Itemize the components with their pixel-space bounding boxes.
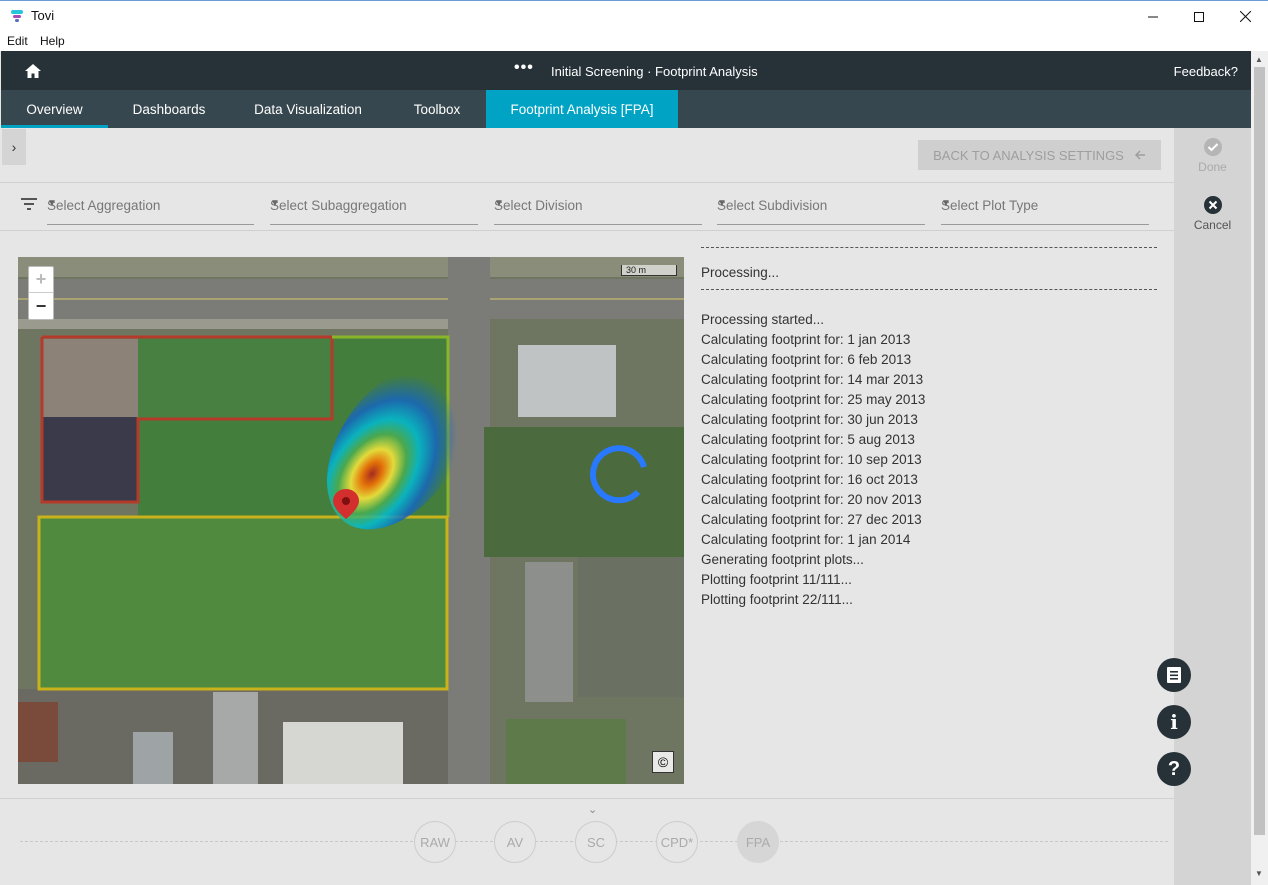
log-lines: Processing started... Calculating footpri… [701, 310, 1157, 610]
log-line: Calculating footprint for: 5 aug 2013 [701, 432, 915, 447]
home-icon[interactable] [23, 61, 43, 81]
back-to-analysis-settings-button[interactable]: BACK TO ANALYSIS SETTINGS [918, 140, 1161, 170]
main-tabs: Overview Dashboards Data Visualization T… [1, 90, 1251, 128]
info-button[interactable]: i [1157, 705, 1191, 739]
breadcrumb: Initial Screening · Footprint Analysis [551, 64, 758, 79]
scrollbar-thumb[interactable] [1254, 67, 1265, 835]
processing-status: Processing... [701, 265, 780, 280]
zoom-in-button[interactable]: + [29, 267, 53, 293]
more-options-button[interactable]: ••• [514, 59, 534, 77]
filter-row: Select Aggregation ▼ Select Subaggregati… [0, 182, 1174, 231]
back-button-label: BACK TO ANALYSIS SETTINGS [933, 147, 1124, 163]
subaggregation-select[interactable]: Select Subaggregation ▼ [270, 195, 478, 225]
done-button[interactable]: Done [1174, 137, 1251, 174]
chevron-down-icon[interactable]: ⌄ [588, 803, 597, 816]
log-line: Calculating footprint for: 10 sep 2013 [701, 452, 922, 467]
log-line: Processing started... [701, 312, 825, 327]
menu-help[interactable]: Help [40, 34, 65, 48]
tab-dashboards[interactable]: Dashboards [113, 90, 225, 128]
log-line: Plotting footprint 11/111... [701, 572, 852, 587]
subdivision-select[interactable]: Select Subdivision ▼ [717, 195, 925, 225]
log-line: Calculating footprint for: 1 jan 2014 [701, 532, 911, 547]
done-label: Done [1198, 160, 1227, 174]
vertical-scrollbar[interactable]: ▲ ▼ [1251, 51, 1268, 885]
tovi-logo-icon [11, 10, 23, 22]
chevron-right-icon: › [11, 139, 17, 155]
check-circle-icon [1203, 138, 1222, 156]
log-line: Plotting footprint 22/111... [701, 592, 853, 607]
menu-edit[interactable]: Edit [7, 34, 28, 48]
dropdown-arrow-icon: ▼ [941, 198, 951, 209]
stage-sc[interactable]: SC [575, 821, 617, 863]
help-button[interactable]: ? [1157, 752, 1191, 786]
close-window-button[interactable] [1222, 1, 1268, 32]
aggregation-select[interactable]: Select Aggregation ▼ [47, 195, 254, 225]
log-line: Calculating footprint for: 6 feb 2013 [701, 352, 912, 367]
minimize-icon [1148, 16, 1158, 17]
divider [701, 289, 1157, 290]
window-title: Tovi [31, 8, 55, 23]
document-icon [1167, 667, 1181, 683]
cancel-button[interactable]: Cancel [1174, 195, 1251, 232]
pipeline-bar: ⌄ RAW AV SC CPD* FPA [0, 798, 1174, 885]
zoom-out-button[interactable]: − [29, 293, 53, 319]
stage-cpd[interactable]: CPD* [656, 821, 698, 863]
tab-footprint-analysis[interactable]: Footprint Analysis [FPA] [486, 90, 678, 128]
expand-panel-button[interactable]: › [2, 129, 26, 165]
filter-icon [21, 198, 37, 210]
processing-log: Processing... Processing started... Calcu… [701, 247, 1157, 610]
arrow-left-icon [1134, 150, 1145, 160]
maximize-button[interactable] [1176, 1, 1222, 32]
app-header: ••• Initial Screening · Footprint Analys… [1, 51, 1251, 90]
log-line: Calculating footprint for: 27 dec 2013 [701, 512, 922, 527]
tab-overview[interactable]: Overview [1, 90, 108, 128]
stage-raw[interactable]: RAW [414, 821, 456, 863]
cancel-label: Cancel [1193, 218, 1232, 232]
log-line: Calculating footprint for: 20 nov 2013 [701, 492, 922, 507]
log-line: Calculating footprint for: 1 jan 2013 [701, 332, 911, 347]
footprint-map[interactable]: + − 30 m © [18, 257, 684, 784]
satellite-map-image [18, 257, 684, 784]
scroll-down-icon[interactable]: ▼ [1255, 869, 1263, 878]
division-select[interactable]: Select Division ▼ [494, 195, 702, 225]
log-line: Calculating footprint for: 25 may 2013 [701, 392, 926, 407]
dropdown-arrow-icon: ▼ [494, 198, 504, 209]
dropdown-arrow-icon: ▼ [270, 198, 280, 209]
zoom-control: + − [28, 266, 54, 320]
dropdown-arrow-icon: ▼ [717, 198, 727, 209]
maximize-icon [1194, 11, 1204, 22]
stage-fpa[interactable]: FPA [737, 821, 779, 863]
cancel-circle-icon [1203, 196, 1222, 214]
menu-bar: Edit Help [0, 31, 1268, 51]
window-titlebar: Tovi [0, 0, 1268, 31]
log-line: Generating footprint plots... [701, 552, 864, 567]
tab-toolbox[interactable]: Toolbox [394, 90, 480, 128]
dropdown-arrow-icon: ▼ [47, 198, 57, 209]
minimize-button[interactable] [1130, 1, 1176, 32]
scroll-up-icon[interactable]: ▲ [1255, 55, 1263, 64]
map-scale: 30 m [621, 265, 677, 276]
log-line: Calculating footprint for: 16 oct 2013 [701, 472, 918, 487]
log-line: Calculating footprint for: 30 jun 2013 [701, 412, 918, 427]
close-icon [1239, 11, 1251, 22]
notes-button[interactable] [1157, 658, 1191, 692]
tab-data-visualization[interactable]: Data Visualization [237, 90, 379, 128]
log-line: Calculating footprint for: 14 mar 2013 [701, 372, 924, 387]
feedback-link[interactable]: Feedback? [1174, 64, 1238, 79]
stage-av[interactable]: AV [494, 821, 536, 863]
copyright-button[interactable]: © [652, 751, 674, 773]
plot-type-select[interactable]: Select Plot Type ▼ [941, 195, 1149, 225]
